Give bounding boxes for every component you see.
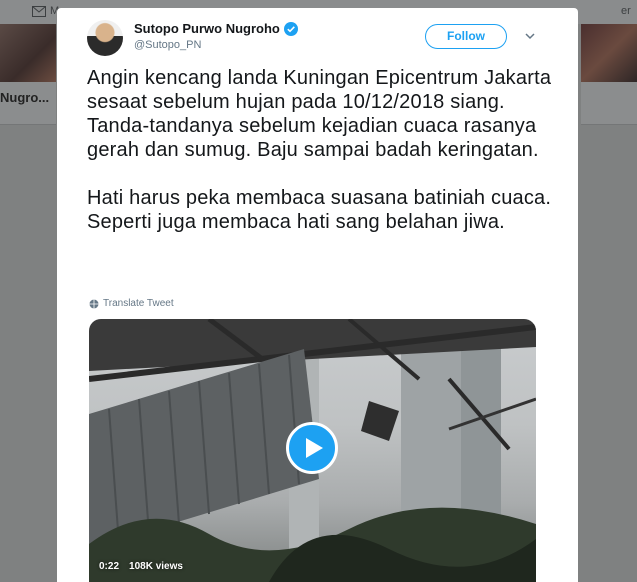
- avatar[interactable]: [87, 20, 123, 56]
- author-handle[interactable]: @Sutopo_PN: [134, 39, 201, 51]
- author-name[interactable]: Sutopo Purwo Nugroho: [134, 21, 298, 36]
- translate-tweet-link[interactable]: Translate Tweet: [89, 298, 174, 309]
- background-card-image: [581, 24, 637, 82]
- tweet-paragraph: Angin kencang landa Kuningan Epicentrum …: [87, 67, 552, 161]
- nav-right-label: er: [621, 5, 631, 17]
- author-name-text: Sutopo Purwo Nugroho: [134, 21, 280, 36]
- mail-icon: [32, 5, 46, 17]
- background-divider: [0, 124, 56, 125]
- background-card-left[interactable]: Nugro...: [0, 24, 56, 124]
- follow-button[interactable]: Follow: [425, 24, 507, 49]
- nav-right-item[interactable]: er: [621, 5, 631, 17]
- tweet-text: Angin kencang landa Kuningan Epicentrum …: [87, 66, 557, 234]
- video-duration: 0:22: [99, 561, 120, 572]
- background-card-name: Nugro...: [0, 90, 50, 105]
- tweet-modal: Sutopo Purwo Nugroho @Sutopo_PN Follow A…: [57, 8, 578, 582]
- translate-label: Translate Tweet: [103, 298, 174, 309]
- background-card-image: [0, 24, 56, 82]
- video-views: 108K views: [129, 561, 183, 572]
- verified-icon: [283, 21, 298, 36]
- video-player[interactable]: 0:22 108K views: [89, 319, 536, 582]
- background-card-right[interactable]: [581, 24, 637, 124]
- background-divider: [581, 124, 637, 125]
- caret-down-icon[interactable]: [524, 30, 536, 42]
- tweet-paragraph: Hati harus peka membaca suasana batiniah…: [87, 187, 552, 233]
- globe-icon: [89, 299, 99, 308]
- play-icon: [306, 438, 323, 458]
- video-meta: 0:22 108K views: [99, 561, 183, 572]
- play-button[interactable]: [286, 422, 338, 474]
- nav-messages[interactable]: M: [32, 5, 59, 17]
